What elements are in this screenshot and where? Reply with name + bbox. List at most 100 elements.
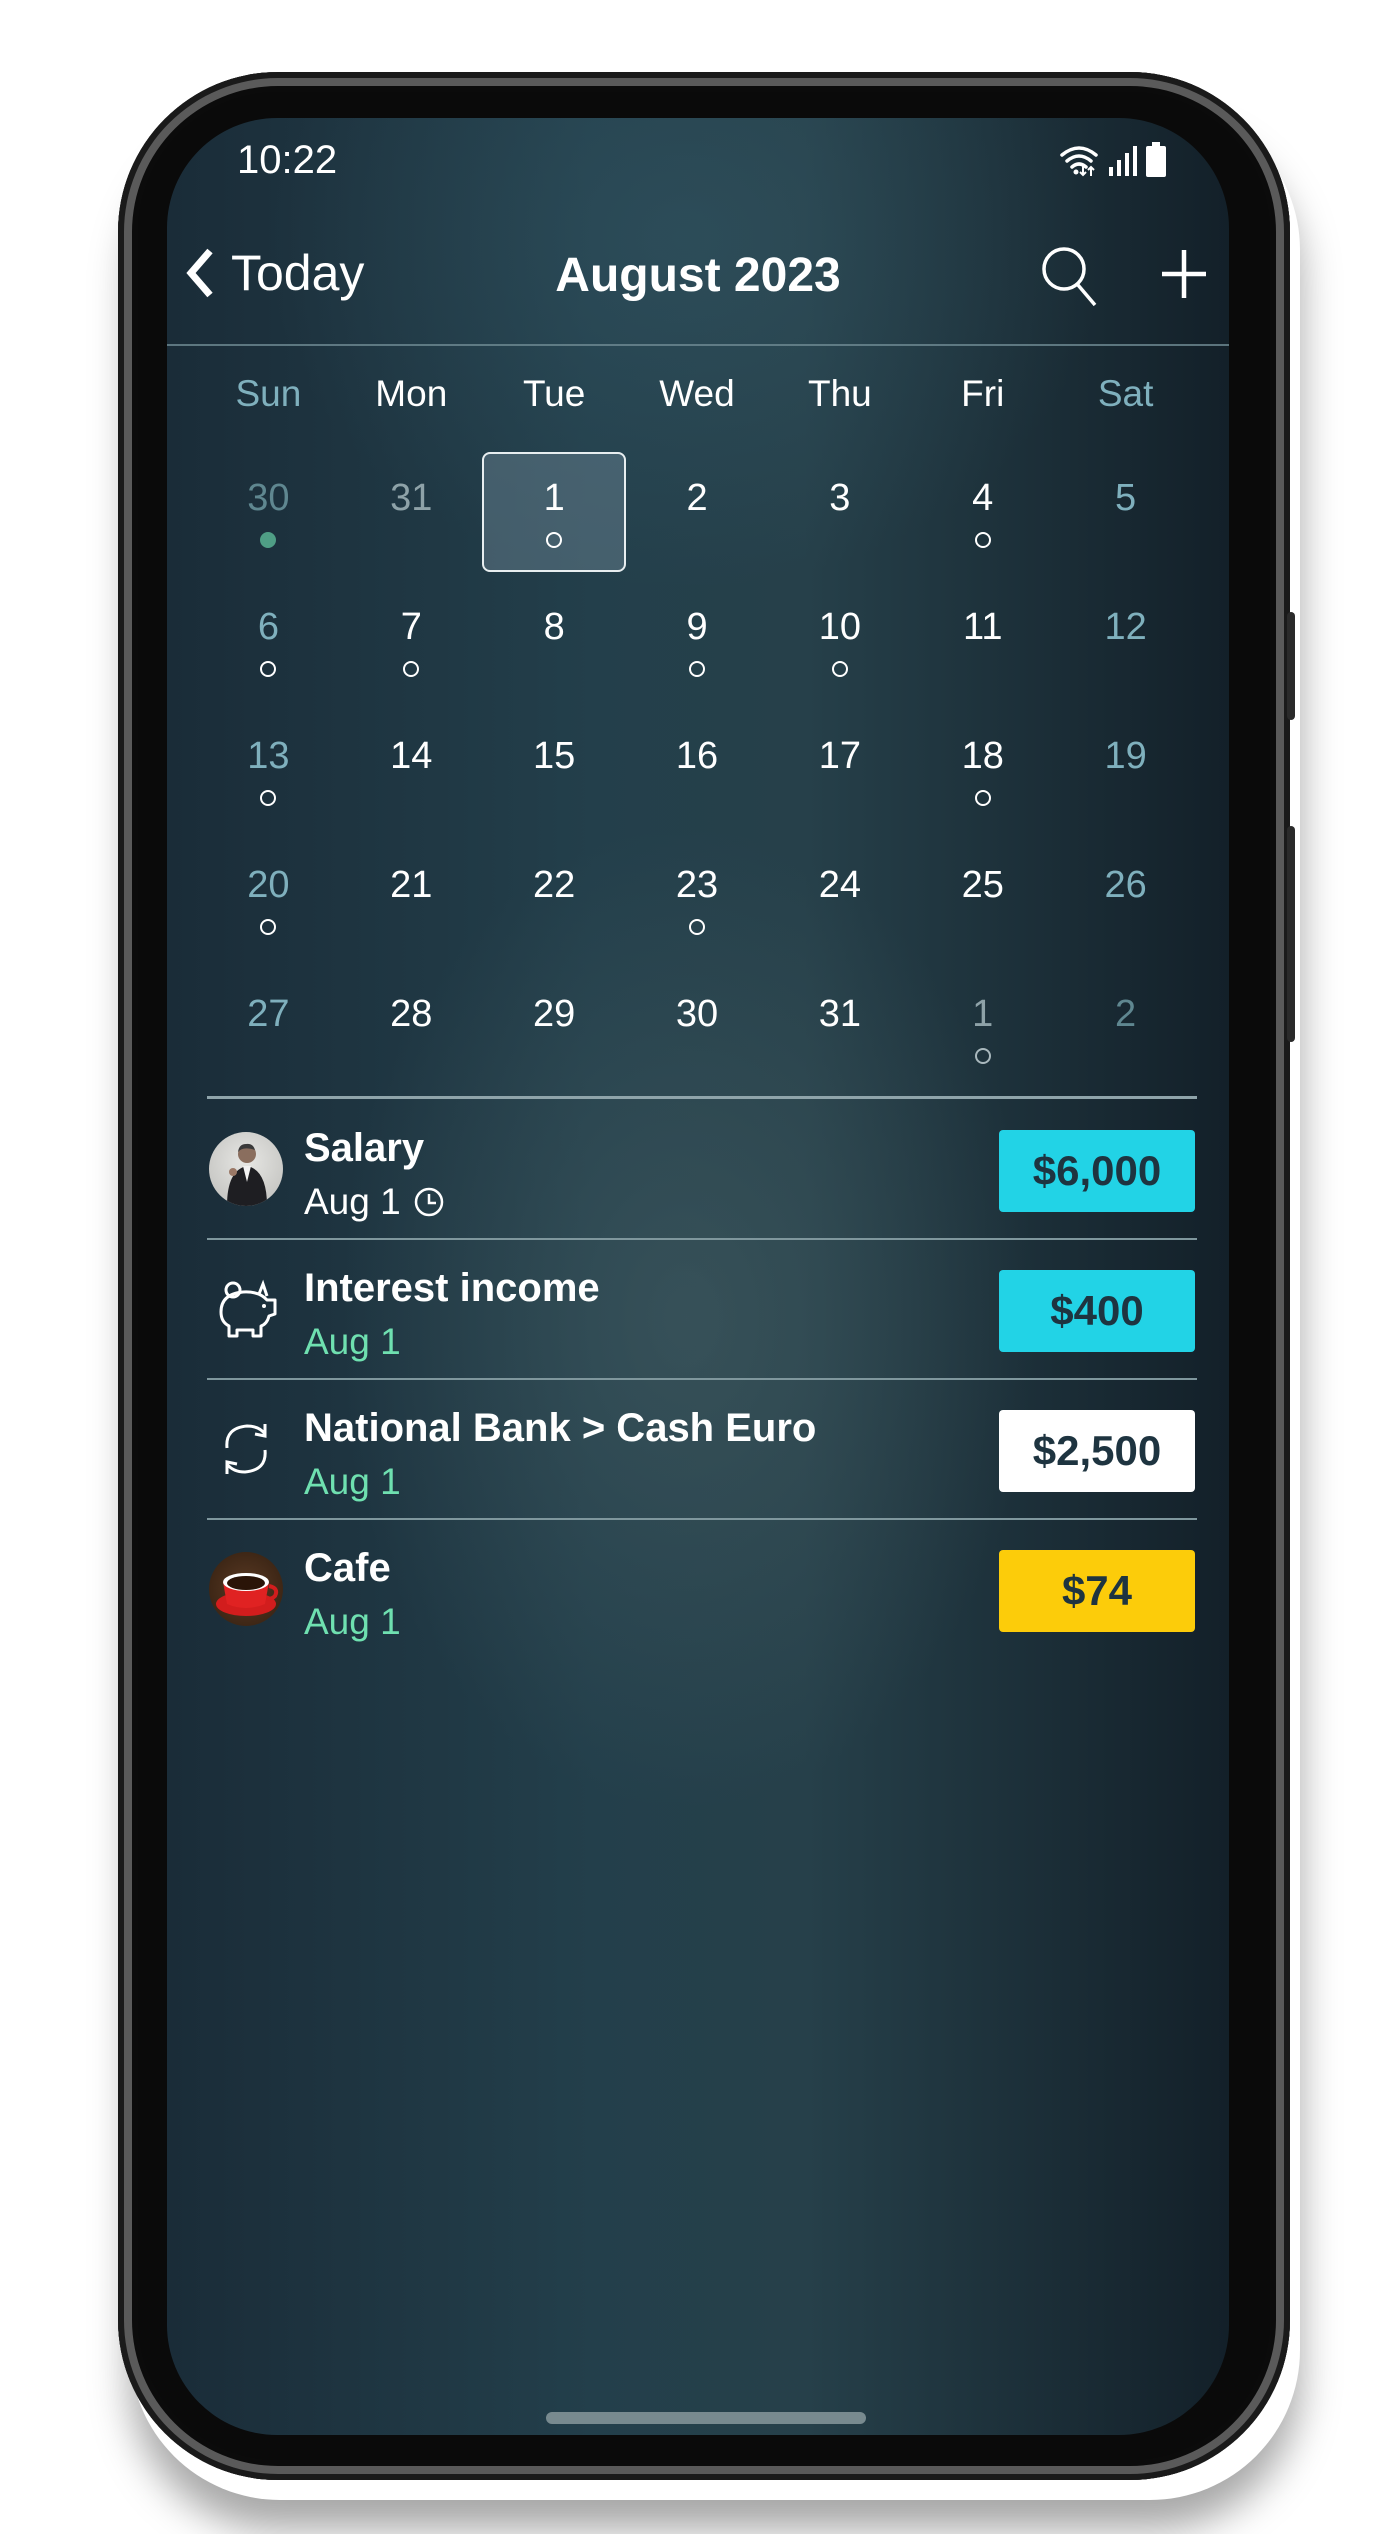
event-dot-icon <box>546 532 563 548</box>
event-dot-icon <box>260 661 277 677</box>
calendar-day[interactable]: 30 <box>197 448 340 577</box>
add-button[interactable] <box>1160 248 1208 300</box>
wifi-icon <box>1060 146 1098 177</box>
weekday-label: Thu <box>807 373 872 414</box>
amount-badge[interactable]: $400 <box>999 1270 1195 1352</box>
calendar-week: 27 28 29 30 31 1 2 <box>197 964 1197 1093</box>
day-number: 10 <box>818 606 861 648</box>
calendar-day[interactable]: 13 <box>197 706 340 835</box>
calendar-day[interactable]: 14 <box>340 706 483 835</box>
event-dot-icon <box>689 919 705 935</box>
day-number: 7 <box>400 606 422 648</box>
calendar-day[interactable]: 3 <box>768 448 911 577</box>
transaction-row[interactable]: Salary Aug 1 $6,000 <box>207 1100 1197 1240</box>
day-number: 2 <box>686 477 708 519</box>
calendar-grid: 30 31 1 2 3 4 5 6 7 8 9 10 11 12 13 14 15 16 17 18 19 20 21 22 2… <box>197 448 1197 1093</box>
day-number: 2 <box>1115 993 1137 1035</box>
plus-icon <box>1162 250 1206 298</box>
calendar-day-selected[interactable]: 1 <box>482 448 626 577</box>
calendar-day[interactable]: 26 <box>1054 835 1197 964</box>
calendar-divider <box>207 1096 1197 1099</box>
transaction-name: Salary <box>304 1126 425 1170</box>
transaction-list: Salary Aug 1 $6,000 Interest income Aug … <box>207 1100 1197 1658</box>
day-number: 23 <box>675 864 719 906</box>
calendar-day[interactable]: 28 <box>340 964 483 1093</box>
event-dot-icon <box>689 661 705 677</box>
calendar-day[interactable]: 22 <box>483 835 626 964</box>
calendar-day[interactable]: 11 <box>911 577 1054 706</box>
calendar-day[interactable]: 27 <box>197 964 340 1093</box>
person-avatar-icon <box>209 1132 283 1206</box>
day-number: 5 <box>1115 477 1137 519</box>
transaction-date: Aug 1 <box>304 1321 401 1363</box>
day-number: 4 <box>972 477 994 519</box>
calendar-day[interactable]: 2 <box>1054 964 1197 1093</box>
day-number: 8 <box>543 606 565 648</box>
day-number: 14 <box>390 735 433 777</box>
day-number: 12 <box>1104 606 1147 648</box>
volume-button <box>1287 826 1295 1042</box>
calendar-day[interactable]: 10 <box>768 577 911 706</box>
day-number: 21 <box>390 864 433 906</box>
weekday-label: Fri <box>961 373 1005 414</box>
calendar-week: 6 7 8 9 10 11 12 <box>197 577 1197 706</box>
calendar-day[interactable]: 12 <box>1054 577 1197 706</box>
day-number: 28 <box>390 993 433 1035</box>
calendar-day[interactable]: 25 <box>911 835 1054 964</box>
calendar-day[interactable]: 7 <box>340 577 483 706</box>
calendar-day[interactable]: 23 <box>626 835 769 964</box>
calendar-day[interactable]: 29 <box>483 964 626 1093</box>
calendar-day[interactable]: 21 <box>340 835 483 964</box>
event-dot-icon <box>974 790 991 806</box>
weekday-label: Sun <box>235 373 302 414</box>
calendar-day[interactable]: 18 <box>911 706 1054 835</box>
day-number: 30 <box>247 477 290 519</box>
day-number: 31 <box>818 993 861 1035</box>
date-text: Aug 1 <box>304 1601 401 1642</box>
day-number: 22 <box>533 864 576 906</box>
event-dot-icon <box>831 661 848 677</box>
status-time: 10:22 <box>237 138 338 182</box>
calendar-day[interactable]: 9 <box>626 577 769 706</box>
transaction-date: Aug 1 <box>304 1601 401 1643</box>
calendar-day[interactable]: 30 <box>626 964 769 1093</box>
calendar-day[interactable]: 16 <box>626 706 769 835</box>
header-divider <box>167 344 1229 346</box>
day-number: 9 <box>686 606 708 648</box>
calendar-day[interactable]: 6 <box>197 577 340 706</box>
calendar-day[interactable]: 2 <box>626 448 769 577</box>
calendar-week: 30 31 1 2 3 4 5 <box>197 448 1197 577</box>
day-number: 6 <box>257 606 279 648</box>
transaction-date: Aug 1 <box>304 1461 401 1503</box>
app-screen: 10:22 Today August 2023 Sun Mon Tue Wed … <box>167 118 1229 2435</box>
calendar-day[interactable]: 19 <box>1054 706 1197 835</box>
transaction-date: Aug 1 <box>304 1181 445 1223</box>
transfer-icon <box>209 1412 283 1486</box>
calendar-day[interactable]: 31 <box>340 448 483 577</box>
calendar-day[interactable]: 15 <box>483 706 626 835</box>
calendar-day[interactable]: 8 <box>483 577 626 706</box>
coffee-cup-icon <box>209 1552 283 1626</box>
date-text: Aug 1 <box>304 1181 401 1222</box>
amount-badge[interactable]: $6,000 <box>999 1130 1195 1212</box>
calendar-day[interactable]: 5 <box>1054 448 1197 577</box>
calendar-day[interactable]: 24 <box>768 835 911 964</box>
search-button[interactable] <box>1040 243 1100 307</box>
calendar-day[interactable]: 1 <box>911 964 1054 1093</box>
transaction-row[interactable]: Interest income Aug 1 $400 <box>207 1240 1197 1380</box>
day-number: 15 <box>533 735 576 777</box>
day-number: 31 <box>390 477 433 519</box>
transaction-row[interactable]: Cafe Aug 1 $74 <box>207 1520 1197 1658</box>
weekday-label: Sat <box>1097 373 1154 414</box>
transaction-name: Interest income <box>304 1266 600 1310</box>
amount-badge[interactable]: $2,500 <box>999 1410 1195 1492</box>
calendar-day[interactable]: 20 <box>197 835 340 964</box>
transaction-row[interactable]: National Bank > Cash Euro Aug 1 $2,500 <box>207 1380 1197 1520</box>
date-text: Aug 1 <box>304 1461 401 1502</box>
home-indicator[interactable] <box>546 2412 866 2424</box>
calendar-day[interactable]: 4 <box>911 448 1054 577</box>
calendar-day[interactable]: 31 <box>768 964 911 1093</box>
day-number: 17 <box>818 735 861 777</box>
calendar-day[interactable]: 17 <box>768 706 911 835</box>
amount-badge[interactable]: $74 <box>999 1550 1195 1632</box>
